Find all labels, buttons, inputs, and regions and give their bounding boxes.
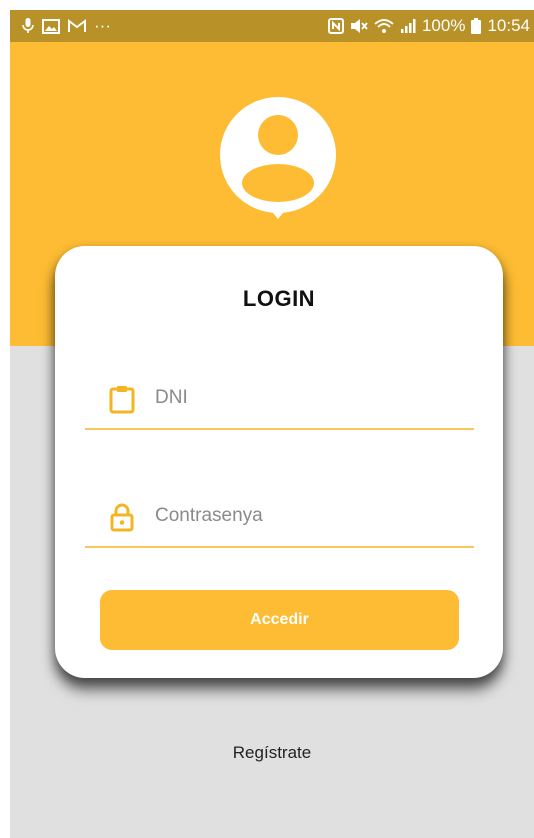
lock-icon bbox=[110, 503, 134, 532]
signal-icon bbox=[400, 18, 416, 34]
gmail-icon bbox=[68, 19, 86, 33]
nfc-icon bbox=[327, 18, 344, 34]
login-title: LOGIN bbox=[242, 286, 316, 311]
status-time: 10:54 bbox=[487, 16, 530, 35]
battery-icon bbox=[471, 18, 482, 34]
app-screen: ··· 100% 10:54 LOGIN DNI Accedir Regístr… bbox=[10, 10, 534, 838]
password-field bbox=[85, 486, 474, 548]
dni-field bbox=[85, 368, 474, 430]
more-notifications-icon: ··· bbox=[94, 16, 111, 35]
login-card: LOGIN Accedir bbox=[55, 246, 503, 678]
user-avatar-icon bbox=[220, 97, 336, 219]
dni-input[interactable] bbox=[155, 382, 455, 414]
status-bar: ··· 100% 10:54 bbox=[10, 10, 534, 42]
register-link[interactable]: Regístrate bbox=[10, 743, 534, 763]
status-bar-right: 100% 10:54 bbox=[327, 16, 534, 36]
microphone-icon bbox=[22, 18, 34, 34]
clipboard-icon bbox=[109, 386, 135, 414]
battery-percentage: 100% bbox=[421, 16, 466, 35]
access-button[interactable]: Accedir bbox=[100, 590, 459, 650]
password-input[interactable] bbox=[155, 500, 455, 532]
wifi-icon bbox=[374, 18, 394, 34]
status-bar-left: ··· bbox=[10, 16, 328, 36]
mute-icon bbox=[350, 18, 368, 34]
image-icon bbox=[42, 18, 60, 34]
